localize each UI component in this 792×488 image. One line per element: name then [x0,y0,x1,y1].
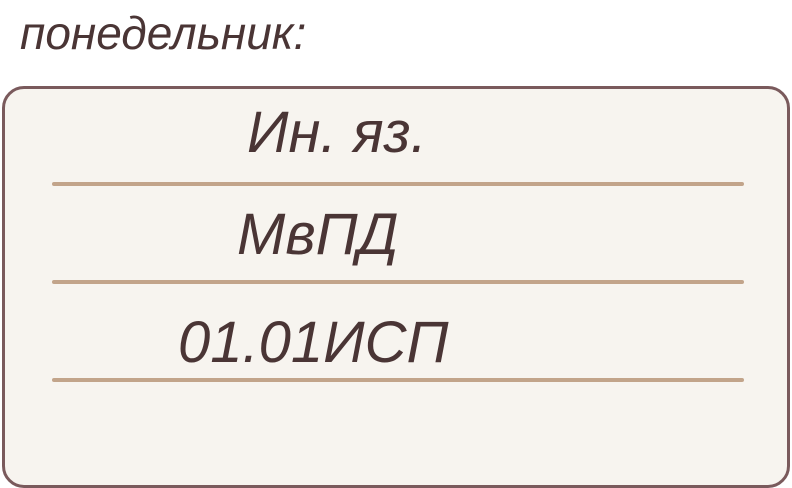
schedule-card: Ин. яз. МвПД 01.01ИСП [2,86,790,488]
lesson-3: 01.01ИСП [178,310,449,375]
lesson-3-divider [52,378,744,382]
lesson-1-divider [52,182,744,186]
lesson-1: Ин. яз. [247,100,427,165]
day-label: понедельник: [20,7,307,59]
lesson-2: МвПД [237,202,399,267]
lesson-2-divider [52,280,744,284]
